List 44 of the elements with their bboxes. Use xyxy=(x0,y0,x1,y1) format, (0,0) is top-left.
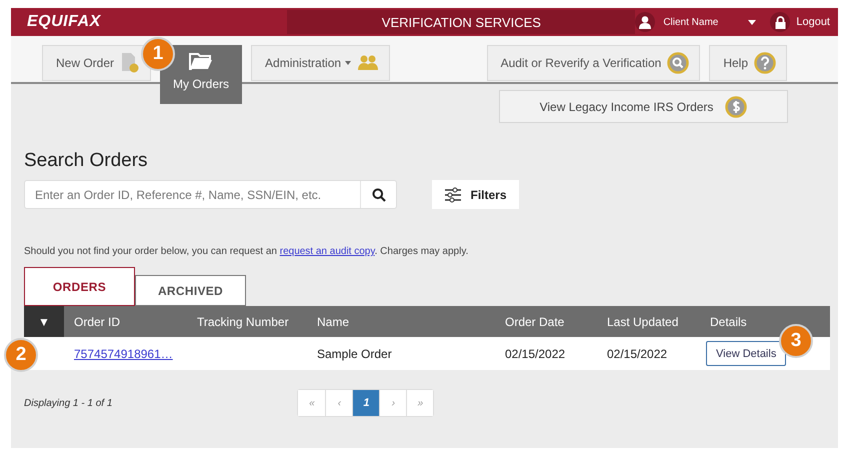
column-header: Order Date xyxy=(504,314,566,328)
logo: EQUIFAX xyxy=(27,13,102,31)
filters-button[interactable]: Filters xyxy=(432,180,519,209)
legacy-orders-button[interactable]: View Legacy Income IRS Orders xyxy=(499,90,788,123)
folder-icon xyxy=(189,51,214,71)
page-button[interactable]: 1 xyxy=(352,390,380,416)
nav-button[interactable]: Audit or Reverify a Verification xyxy=(486,45,700,81)
document-icon xyxy=(120,52,140,74)
lock-icon[interactable] xyxy=(770,12,790,32)
column-header: Tracking Number xyxy=(196,314,290,328)
column-header: Last Updated xyxy=(606,314,680,328)
column-header: Name xyxy=(316,314,350,328)
logout-link[interactable]: Logout xyxy=(796,16,830,28)
column-header: Details xyxy=(709,314,748,328)
view-details-button[interactable]: View Details xyxy=(706,341,786,366)
app-title: VERIFICATION SERVICES xyxy=(287,10,636,34)
tab[interactable]: ARCHIVED xyxy=(135,275,246,306)
order-id-link[interactable]: 7574574918961… xyxy=(74,346,173,360)
search-icon xyxy=(372,188,386,202)
sliders-icon xyxy=(444,186,462,202)
dollar-icon xyxy=(725,96,748,118)
table-cell-text: 02/15/2022 xyxy=(504,346,566,360)
user-icon[interactable] xyxy=(635,12,656,32)
audit-copy-link[interactable]: request an audit copy xyxy=(280,246,375,257)
search-input[interactable]: Enter an Order ID, Reference #, Name, SSN/EIN, etc. xyxy=(25,181,360,208)
search-icon xyxy=(667,52,690,74)
search-field[interactable]: Enter an Order ID, Reference #, Name, SSN/EIN, etc. xyxy=(24,180,397,209)
people-icon xyxy=(357,54,380,72)
step-marker: 1 xyxy=(141,37,176,71)
caret-icon[interactable] xyxy=(748,20,756,24)
section-title: Search Orders xyxy=(24,150,149,172)
info-text: Should you not find your order below, you can request an request an audit copy. Charges may apply. xyxy=(24,246,470,257)
help-icon xyxy=(754,52,776,74)
table-cell-text: Sample Order xyxy=(316,346,393,360)
nav-button[interactable]: Help xyxy=(709,45,787,81)
nav-button[interactable]: Administration xyxy=(251,45,390,81)
user-name[interactable]: Client Name xyxy=(663,16,718,28)
tab[interactable]: ORDERS xyxy=(24,267,135,306)
sort-toggle[interactable]: ▼ xyxy=(24,306,64,337)
step-marker: 2 xyxy=(4,338,38,372)
nav-button[interactable]: New Order xyxy=(42,45,152,81)
table-cell-text: 02/15/2022 xyxy=(606,346,668,360)
column-header: Order ID xyxy=(73,314,122,328)
result-count: Displaying 1 - 1 of 1 xyxy=(24,398,112,408)
